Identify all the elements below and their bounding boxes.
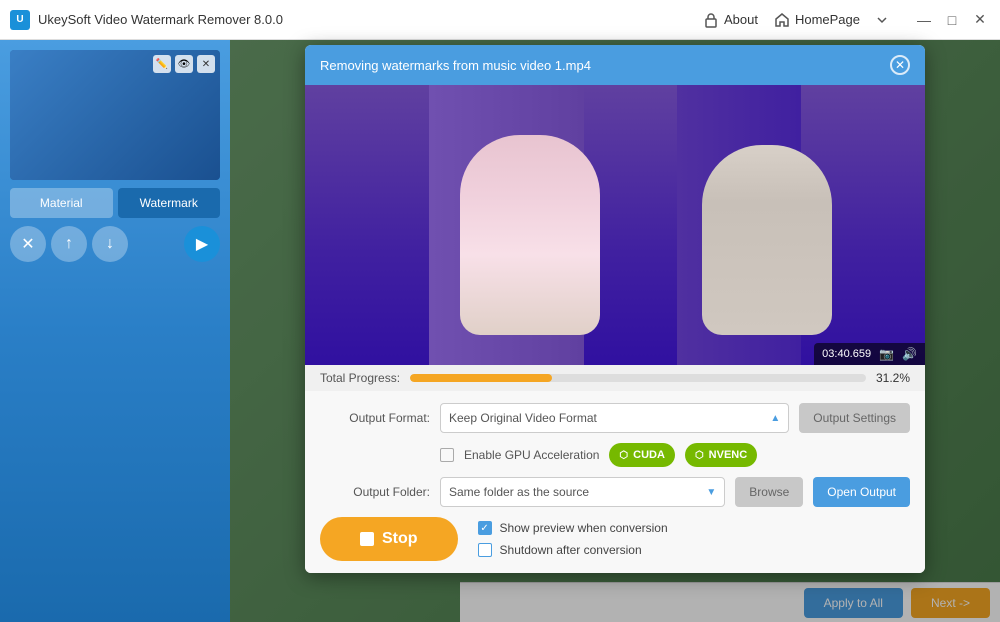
sidebar-action-buttons: ✕ ↑ ↓ ▶ (10, 226, 220, 262)
delete-button[interactable]: ✕ (10, 226, 46, 262)
move-down-button[interactable]: ↓ (92, 226, 128, 262)
shutdown-label: Shutdown after conversion (500, 543, 642, 557)
stop-icon (360, 532, 374, 546)
output-folder-row: Output Folder: Same folder as the source… (320, 477, 910, 507)
sidebar-tabs: Material Watermark (10, 188, 220, 218)
progress-label: Total Progress: (320, 371, 400, 385)
show-preview-row: Show preview when conversion (478, 521, 668, 535)
sidebar: ✏️ 👁 ✕ Material Watermark ✕ ↑ ↓ (0, 40, 230, 622)
progress-bar-fill (410, 374, 552, 382)
output-folder-value: Same folder as the source (449, 485, 589, 499)
gpu-row: Enable GPU Acceleration ⬡ CUDA ⬡ NVENC (320, 443, 910, 467)
thumb-close-icon[interactable]: ✕ (197, 55, 215, 73)
thumb-view-icon[interactable]: 👁 (175, 55, 193, 73)
chevron-down-icon (876, 14, 888, 26)
dropdown-nav[interactable] (876, 14, 888, 26)
output-format-dropdown[interactable]: Keep Original Video Format ▲ (440, 403, 789, 433)
home-icon (774, 12, 790, 28)
progress-bar-row: Total Progress: 31.2% (305, 365, 925, 391)
video-player-overlay: 03:40.659 📷 🔊 (814, 343, 925, 365)
video-figure-right (702, 145, 832, 335)
thumb-icons: ✏️ 👁 ✕ (153, 55, 215, 73)
checkboxes-col: Show preview when conversion Shutdown af… (478, 521, 668, 557)
homepage-nav[interactable]: HomePage (774, 12, 860, 28)
nvenc-badge[interactable]: ⬡ NVENC (685, 443, 757, 467)
app-logo: U (10, 10, 30, 30)
maximize-button[interactable]: □ (942, 10, 962, 30)
app-title: UkeySoft Video Watermark Remover 8.0.0 (38, 12, 703, 27)
gpu-checkbox[interactable] (440, 448, 454, 462)
modal-header: Removing watermarks from music video 1.m… (305, 45, 925, 85)
cuda-label: CUDA (633, 449, 665, 461)
minimize-button[interactable]: — (914, 10, 934, 30)
output-folder-dropdown[interactable]: Same folder as the source ▼ (440, 477, 725, 507)
cuda-icon: ⬡ (619, 450, 628, 461)
video-time: 03:40.659 (822, 348, 871, 360)
about-nav[interactable]: About (703, 12, 758, 28)
cuda-badge[interactable]: ⬡ CUDA (609, 443, 675, 467)
output-format-value: Keep Original Video Format (449, 411, 597, 425)
folder-dropdown-arrow-icon: ▼ (706, 487, 716, 498)
nvenc-label: NVENC (709, 449, 748, 461)
output-format-row: Output Format: Keep Original Video Forma… (320, 403, 910, 433)
modal-video: 03:40.659 📷 🔊 (305, 85, 925, 365)
about-label: About (724, 12, 758, 27)
homepage-label: HomePage (795, 12, 860, 27)
camera-icon[interactable]: 📷 (879, 347, 894, 361)
video-figure-left (460, 135, 600, 335)
title-bar: U UkeySoft Video Watermark Remover 8.0.0… (0, 0, 1000, 40)
tab-watermark[interactable]: Watermark (118, 188, 221, 218)
gpu-label: Enable GPU Acceleration (464, 448, 599, 462)
progress-bar-container (410, 374, 866, 382)
close-button[interactable]: ✕ (970, 10, 990, 30)
window-controls: — □ ✕ (914, 10, 990, 30)
output-format-label: Output Format: (320, 411, 430, 425)
main-layout: ✏️ 👁 ✕ Material Watermark ✕ ↑ ↓ (0, 40, 1000, 622)
output-folder-label: Output Folder: (320, 485, 430, 499)
show-preview-label: Show preview when conversion (500, 521, 668, 535)
modal-close-button[interactable]: ✕ (890, 55, 910, 75)
show-preview-checkbox[interactable] (478, 521, 492, 535)
title-bar-right: About HomePage — □ ✕ (703, 10, 990, 30)
output-settings-button[interactable]: Output Settings (799, 403, 910, 433)
shutdown-row: Shutdown after conversion (478, 543, 668, 557)
shutdown-checkbox[interactable] (478, 543, 492, 557)
video-background (305, 85, 925, 365)
move-up-button[interactable]: ↑ (51, 226, 87, 262)
thumb-edit-icon[interactable]: ✏️ (153, 55, 171, 73)
open-output-button[interactable]: Open Output (813, 477, 910, 507)
browse-button[interactable]: Browse (735, 477, 803, 507)
content-area: Removing watermarks from music video 1.m… (230, 40, 1000, 622)
conversion-modal: Removing watermarks from music video 1.m… (305, 45, 925, 573)
dropdown-arrow-icon: ▲ (770, 413, 780, 424)
modal-overlay: Removing watermarks from music video 1.m… (230, 40, 1000, 622)
volume-icon[interactable]: 🔊 (902, 347, 917, 361)
stop-row: Stop Show preview when conversion Shutdo… (320, 517, 910, 561)
progress-percent: 31.2% (876, 371, 910, 385)
modal-controls: Output Format: Keep Original Video Forma… (305, 391, 925, 573)
lock-icon (703, 12, 719, 28)
stop-button[interactable]: Stop (320, 517, 458, 561)
sidebar-thumbnail: ✏️ 👁 ✕ (10, 50, 220, 180)
play-button[interactable]: ▶ (184, 226, 220, 262)
tab-material[interactable]: Material (10, 188, 113, 218)
nvenc-icon: ⬡ (695, 450, 704, 461)
modal-title: Removing watermarks from music video 1.m… (320, 58, 591, 73)
video-door-bg (305, 85, 925, 365)
